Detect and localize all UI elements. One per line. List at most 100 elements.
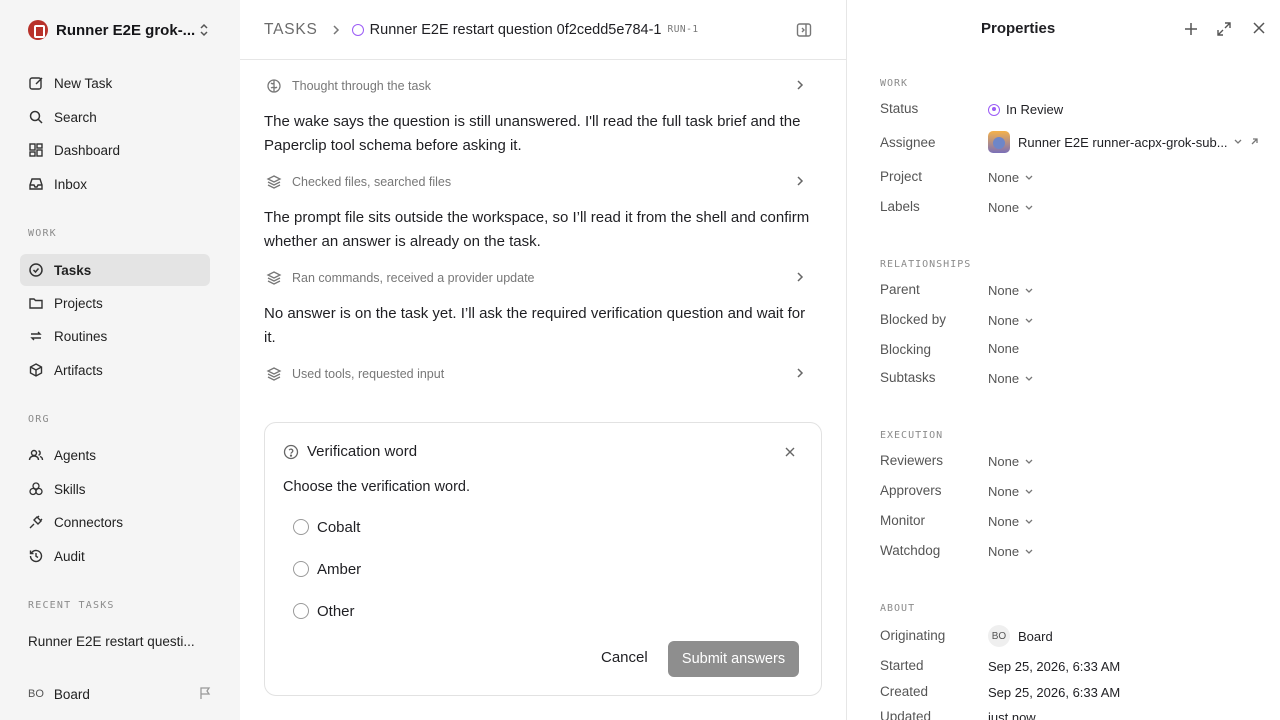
breadcrumb-tasks[interactable]: TASKS — [264, 21, 318, 39]
reviewers-select[interactable]: None — [988, 454, 1034, 469]
user-name: Board — [53, 686, 90, 702]
plug-icon — [29, 515, 43, 529]
dashboard-icon — [29, 143, 43, 157]
step-commands[interactable]: Ran commands, received a provider update — [264, 267, 812, 289]
blocked-by-value: None — [988, 313, 1020, 328]
work-section-label: WORK — [880, 78, 909, 89]
nav-new-task[interactable]: New Task — [20, 67, 210, 99]
brain-icon — [267, 79, 281, 93]
nav-dashboard[interactable]: Dashboard — [20, 134, 210, 166]
nav-search[interactable]: Search — [20, 101, 210, 133]
labels-value: None — [988, 200, 1020, 215]
monitor-select[interactable]: None — [988, 514, 1034, 529]
step-label: Used tools, requested input — [292, 367, 445, 381]
page-title: Runner E2E restart question 0f2cedd5e784… — [369, 21, 662, 38]
nav-audit[interactable]: Audit — [20, 540, 210, 572]
parent-label: Parent — [880, 282, 920, 297]
nav-skills[interactable]: Skills — [20, 473, 210, 505]
question-title: Verification word — [307, 443, 418, 460]
status-icon — [351, 23, 364, 36]
approvers-select[interactable]: None — [988, 484, 1034, 499]
radio-button[interactable] — [293, 561, 309, 577]
created-value: Sep 25, 2026, 6:33 AM — [988, 685, 1121, 700]
nav-tasks[interactable]: Tasks — [20, 254, 210, 286]
nav-label: Agents — [54, 447, 97, 463]
user-menu[interactable]: BO Board — [28, 684, 218, 704]
reviewers-label: Reviewers — [880, 453, 944, 468]
run-badge: RUN-1 — [667, 24, 699, 35]
nav-projects[interactable]: Projects — [20, 287, 210, 319]
submit-answers-button[interactable]: Submit answers — [668, 641, 799, 677]
question-card: Verification word Choose the verificatio… — [264, 422, 822, 696]
expand-icon[interactable] — [1217, 22, 1231, 36]
blocked-by-select[interactable]: None — [988, 313, 1034, 328]
radio-button[interactable] — [293, 603, 309, 619]
project-select[interactable]: None — [988, 170, 1034, 185]
project-value: None — [988, 170, 1020, 185]
skills-icon — [29, 482, 43, 496]
breadcrumb: TASKS Runner E2E restart question 0f2ced… — [240, 0, 846, 60]
flag-icon[interactable] — [198, 686, 212, 700]
labels-label: Labels — [880, 199, 920, 214]
nav-label: Skills — [54, 481, 86, 497]
nav-inbox[interactable]: Inbox — [20, 168, 210, 200]
plus-icon[interactable] — [1184, 22, 1198, 36]
close-icon[interactable] — [785, 447, 795, 457]
nav-label: Search — [54, 109, 97, 125]
properties-panel: Properties WORK Status In Review Assigne… — [846, 0, 1280, 720]
org-section-label: ORG — [28, 414, 50, 425]
labels-select[interactable]: None — [988, 200, 1034, 215]
nav-label: Projects — [54, 295, 103, 311]
parent-select[interactable]: None — [988, 283, 1034, 298]
external-link-icon[interactable] — [1249, 137, 1259, 147]
task-thread: TASKS Runner E2E restart question 0f2ced… — [240, 0, 846, 720]
execution-section-label: EXECUTION — [880, 430, 944, 441]
edit-icon — [29, 77, 43, 90]
chevron-down-icon — [1025, 318, 1033, 323]
chevron-down-icon — [1025, 549, 1033, 554]
started-label: Started — [880, 658, 924, 673]
option-other[interactable]: Other — [293, 601, 355, 621]
chevron-down-icon — [1234, 139, 1242, 144]
repeat-icon — [30, 331, 42, 341]
subtasks-value: None — [988, 371, 1020, 386]
recent-task-item[interactable]: Runner E2E restart questi... — [28, 634, 195, 649]
users-icon — [28, 449, 44, 461]
step-tools[interactable]: Used tools, requested input — [264, 363, 812, 385]
step-thought[interactable]: Thought through the task — [264, 75, 812, 97]
recent-section-label: RECENT TASKS — [28, 600, 115, 611]
agent-message: The prompt file sits outside the workspa… — [264, 209, 810, 250]
step-files[interactable]: Checked files, searched files — [264, 171, 812, 193]
nav-connectors[interactable]: Connectors — [20, 506, 210, 538]
assignee-select[interactable]: Runner E2E runner-acpx-grok-sub... — [988, 131, 1259, 153]
close-icon[interactable] — [1253, 22, 1265, 34]
layers-icon — [266, 271, 282, 285]
blocking-label: Blocking — [880, 342, 932, 357]
nav-routines[interactable]: Routines — [20, 320, 210, 352]
nav-label: Tasks — [54, 262, 92, 278]
workspace-switcher[interactable]: Runner E2E grok-... — [20, 14, 220, 46]
watchdog-select[interactable]: None — [988, 544, 1034, 559]
nav-artifacts[interactable]: Artifacts — [20, 354, 210, 386]
cancel-button[interactable]: Cancel — [601, 649, 648, 666]
step-label: Thought through the task — [292, 79, 431, 93]
chevron-right-icon — [797, 80, 804, 90]
option-amber[interactable]: Amber — [293, 559, 361, 579]
nav-label: Artifacts — [54, 362, 103, 378]
status-badge[interactable]: In Review — [988, 102, 1063, 117]
assignee-value: Runner E2E runner-acpx-grok-sub... — [1018, 134, 1228, 150]
radio-button[interactable] — [293, 519, 309, 535]
chevron-right-icon — [797, 176, 804, 186]
avatar: BO — [988, 625, 1010, 647]
about-section-label: ABOUT — [880, 603, 916, 614]
nav-label: Routines — [54, 328, 108, 344]
chevron-down-icon — [1025, 205, 1033, 210]
nav-label: Dashboard — [54, 142, 121, 158]
option-cobalt[interactable]: Cobalt — [293, 517, 360, 537]
panel-toggle-icon[interactable] — [796, 22, 812, 38]
nav-agents[interactable]: Agents — [20, 439, 210, 471]
search-icon — [29, 110, 43, 124]
watchdog-label: Watchdog — [880, 543, 941, 558]
subtasks-select[interactable]: None — [988, 371, 1034, 386]
blocked-by-label: Blocked by — [880, 312, 947, 327]
